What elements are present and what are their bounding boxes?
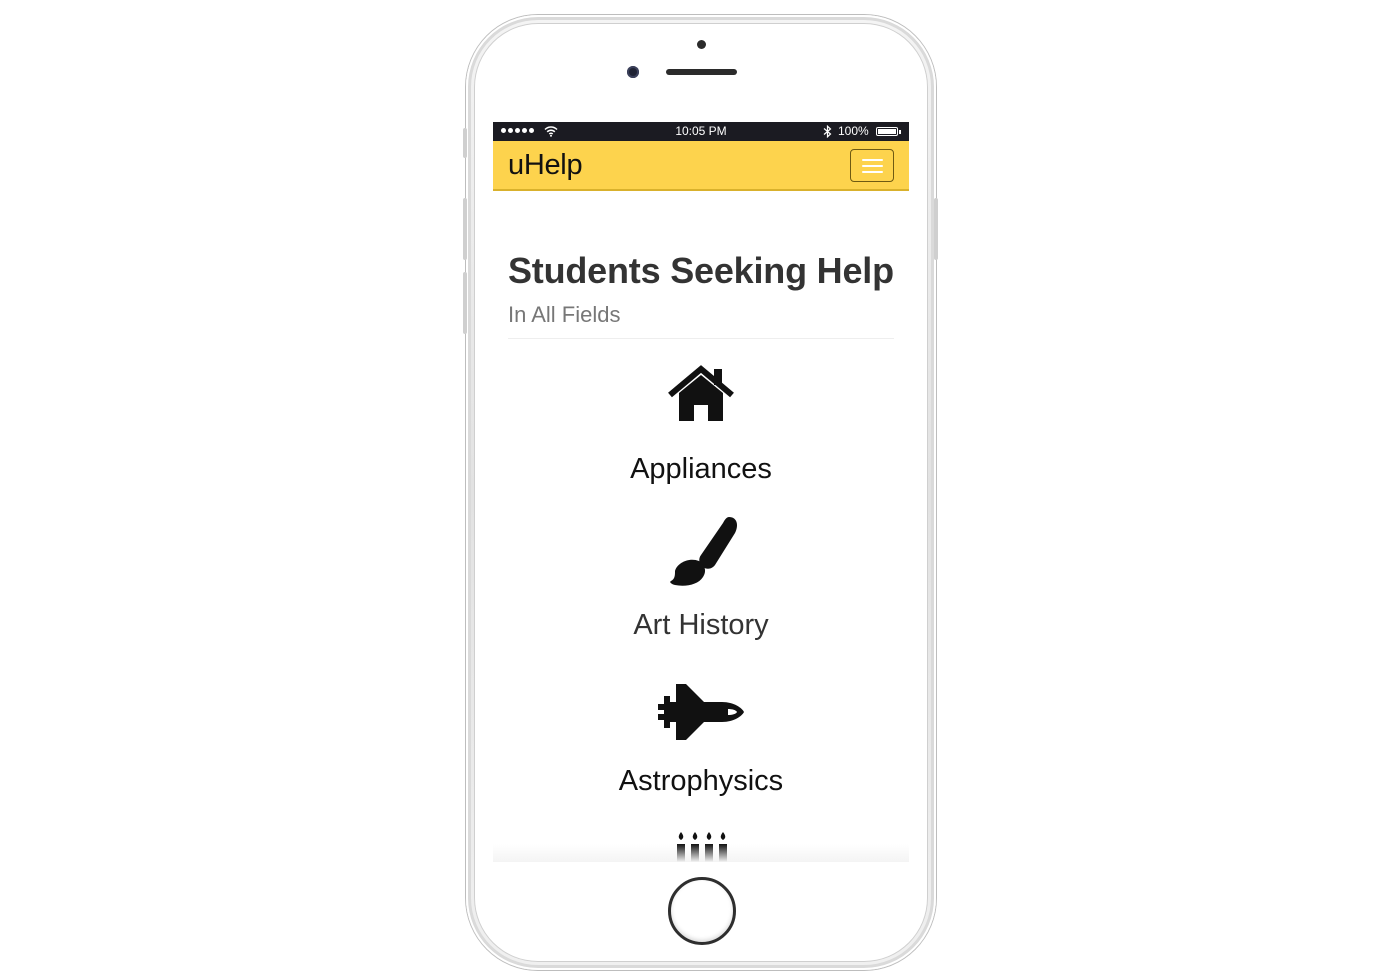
mockup-canvas: 10:05 PM 100% uHelp Students Seeking Hel… — [0, 0, 1400, 980]
mute-switch — [463, 128, 467, 158]
status-bar: 10:05 PM 100% — [493, 122, 909, 141]
front-camera — [627, 66, 639, 78]
hamburger-bar — [862, 165, 883, 167]
category-label: Appliances — [630, 453, 772, 485]
page-title: Students Seeking Help — [508, 250, 894, 291]
phone-screen: 10:05 PM 100% uHelp Students Seeking Hel… — [493, 122, 909, 862]
scroll-fade — [493, 844, 909, 862]
category-appliances[interactable]: Appliances — [493, 365, 909, 486]
paintbrush-icon — [670, 517, 737, 586]
category-astrophysics[interactable]: Astrophysics — [493, 682, 909, 798]
house-icon — [668, 365, 734, 421]
brand-logo[interactable]: uHelp — [508, 149, 583, 182]
volume-up-button — [463, 198, 467, 260]
navbar-toggle-button[interactable] — [850, 149, 894, 182]
category-label: Astrophysics — [618, 765, 784, 797]
space-shuttle-icon — [658, 684, 744, 740]
category-art-history[interactable]: Art History — [493, 515, 909, 642]
title-divider — [508, 338, 894, 339]
volume-down-button — [463, 272, 467, 334]
bluetooth-icon — [823, 125, 832, 138]
battery-icon — [876, 127, 898, 136]
page-subtitle: In All Fields — [508, 302, 621, 327]
home-button[interactable] — [668, 877, 736, 945]
battery-percentage: 100% — [838, 124, 869, 138]
category-label: Art History — [633, 609, 769, 641]
power-button — [934, 198, 938, 260]
hamburger-menu-icon — [862, 159, 883, 161]
earpiece-speaker — [666, 69, 737, 75]
hamburger-bar — [862, 171, 883, 173]
proximity-sensor — [697, 40, 706, 49]
battery-tip — [899, 130, 901, 134]
navbar: uHelp — [493, 141, 909, 191]
